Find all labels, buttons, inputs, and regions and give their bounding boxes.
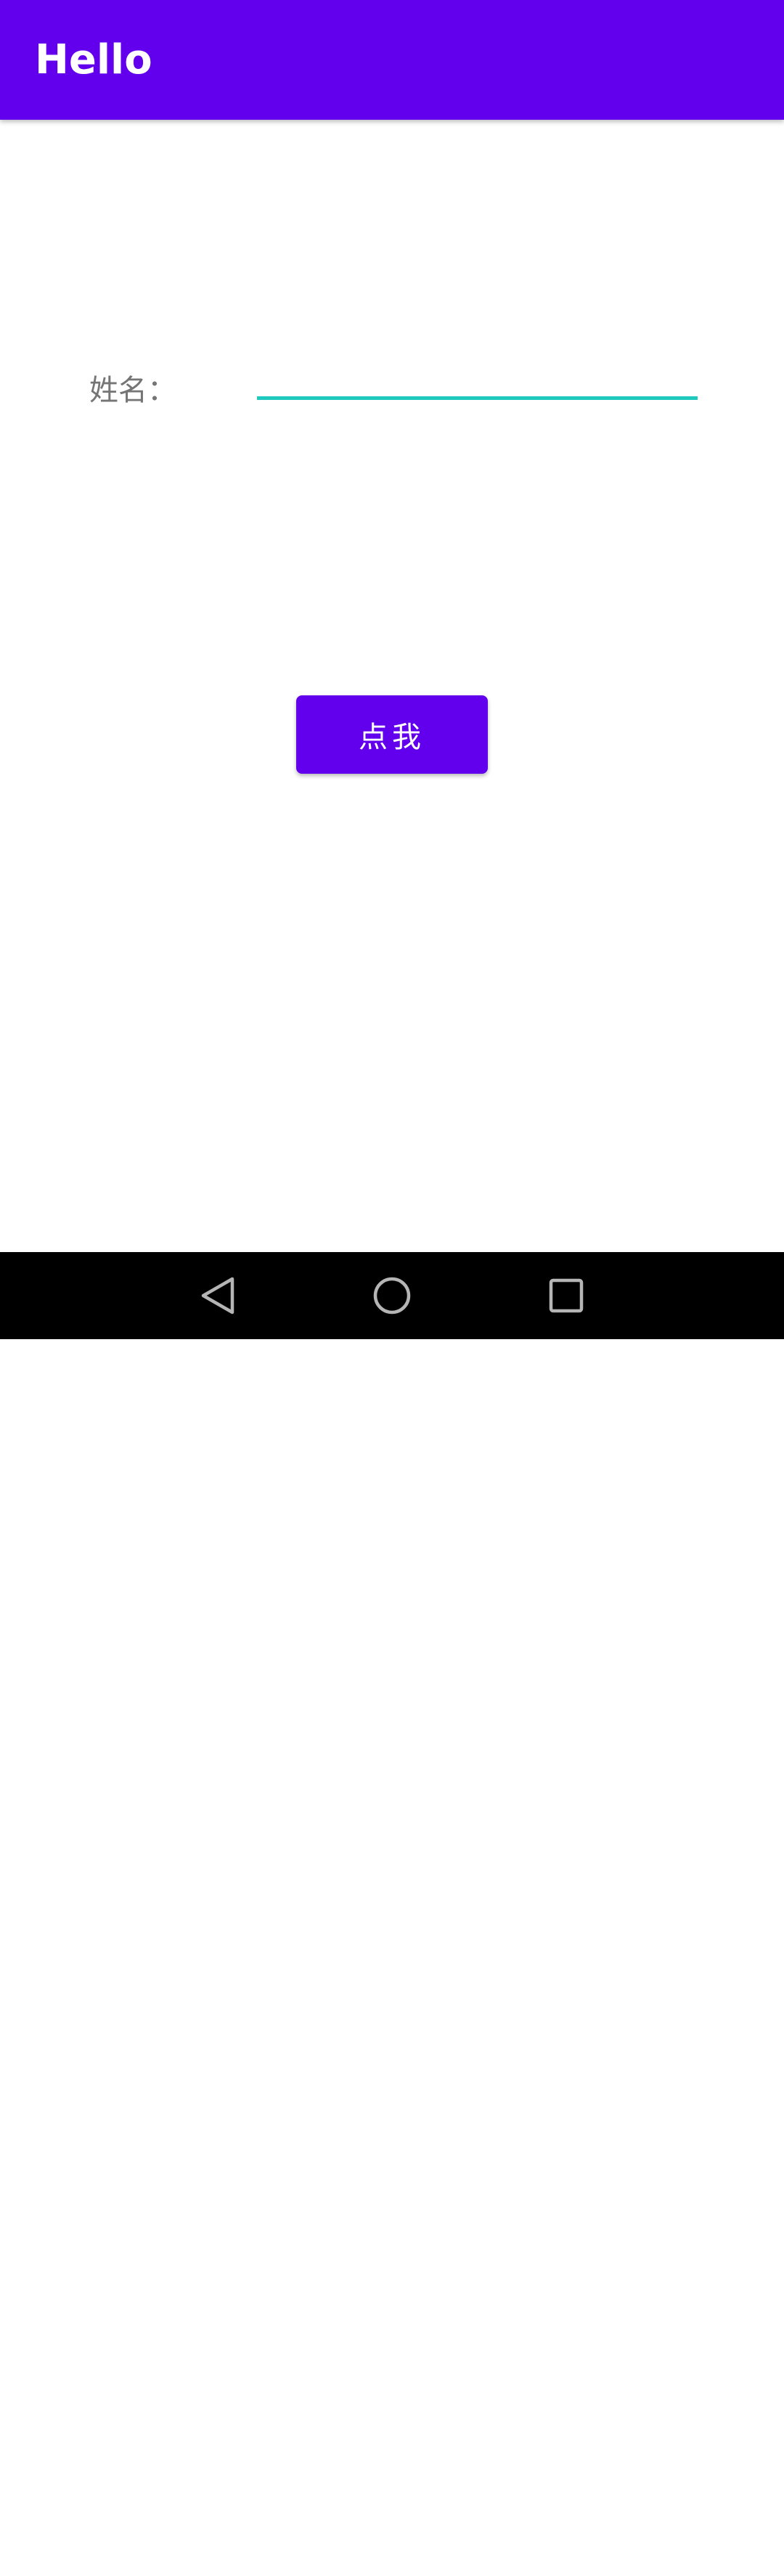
name-label: 姓名： [89,374,176,407]
back-button[interactable] [192,1269,244,1322]
recent-apps-icon [549,1278,584,1313]
app-title: Hello [35,36,152,83]
app-bar: Hello [0,0,784,120]
home-icon [373,1277,411,1314]
click-me-button[interactable]: 点我 [296,695,488,774]
navigation-bar: 头条 @编程实践 [0,1252,784,2573]
name-input[interactable] [257,356,698,400]
watermark-brand: 头条 [620,2549,661,2573]
home-button[interactable] [366,1269,418,1322]
recent-apps-button[interactable] [540,1269,592,1322]
watermark: 头条 @编程实践 [620,2547,769,2576]
watermark-handle: @编程实践 [666,2549,769,2573]
back-icon [201,1277,234,1314]
